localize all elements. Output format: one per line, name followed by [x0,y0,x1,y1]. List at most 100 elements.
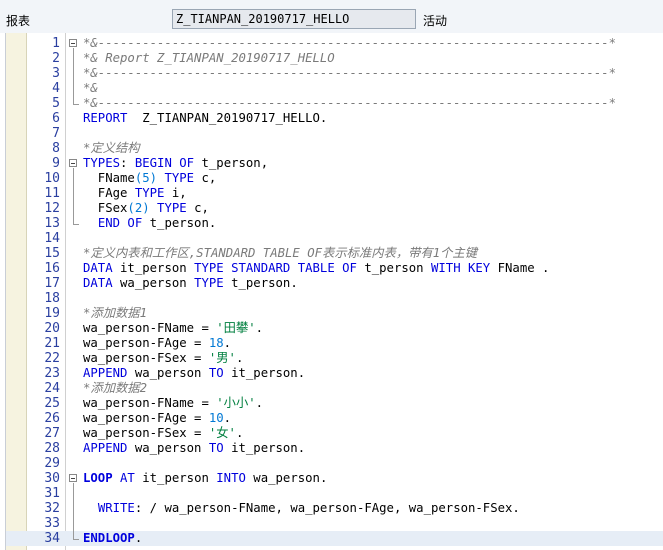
code-text: LOOP AT it_person INTO wa_person. [83,471,327,486]
code-line[interactable]: 34 ENDLOOP. [6,531,663,546]
keyword-token: TYPE [134,186,165,200]
line-number: 22 [44,351,60,366]
comment-token: *& Report Z_TIANPAN_20190717_HELLO [83,51,335,65]
code-text: APPEND wa_person TO it_person. [83,366,305,381]
string-token: '田攀' [216,321,256,335]
code-token: c, [186,201,209,215]
code-line[interactable]: 24 *添加数据2 [6,381,663,396]
code-line[interactable]: 23 APPEND wa_person TO it_person. [6,366,663,381]
line-number: 21 [44,336,60,351]
fold-guide-end [73,104,79,105]
comment-token: *&--------------------------------------… [83,66,617,80]
code-text: TYPES: BEGIN OF t_person, [83,156,268,171]
code-token: FSex [83,201,128,215]
line-number: 26 [44,411,60,426]
code-line[interactable]: 27 wa_person-FSex = '女'. [6,426,663,441]
line-number: 3 [52,66,60,81]
code-token: t_person, [194,156,269,170]
line-number: 17 [44,276,60,291]
code-text: wa_person-FName = '田攀'. [83,321,263,336]
comment-token: *&--------------------------------------… [83,96,617,110]
code-text: DATA wa_person TYPE t_person. [83,276,298,291]
code-line[interactable]: 12 FSex(2) TYPE c, [6,201,663,216]
code-line[interactable]: 30 LOOP AT it_person INTO wa_person. [6,471,663,486]
code-text: *添加数据2 [83,381,147,396]
fold-guide [73,483,74,539]
number-token: 18 [208,336,224,350]
line-number: 11 [44,186,60,201]
code-text: REPORT Z_TIANPAN_20190717_HELLO. [83,111,327,126]
fold-toggle-icon[interactable] [69,39,77,47]
code-line[interactable]: 9 TYPES: BEGIN OF t_person, [6,156,663,171]
code-line[interactable]: 32 WRITE: / wa_person-FName, wa_person-F… [6,501,663,516]
code-line[interactable]: 14 [6,231,663,246]
line-number: 18 [44,291,60,306]
code-token: it_person. [223,441,306,455]
line-number: 8 [52,141,60,156]
code-line[interactable]: 6 REPORT Z_TIANPAN_20190717_HELLO. [6,111,663,126]
code-line[interactable]: 21 wa_person-FAge = 18. [6,336,663,351]
line-number: 9 [52,156,60,171]
code-line[interactable]: 29 [6,456,663,471]
code-line[interactable]: 28 APPEND wa_person TO it_person. [6,441,663,456]
string-token: '女' [208,426,236,440]
keyword-token: REPORT [83,111,128,125]
code-line[interactable]: 17 DATA wa_person TYPE t_person. [6,276,663,291]
comment-token: *&--------------------------------------… [83,36,617,50]
code-line[interactable]: 31 [6,486,663,501]
code-line[interactable]: 3 *&-------------------------------------… [6,66,663,81]
code-text: FName(5) TYPE c, [83,171,217,186]
comment-token: *定义内表和工作区,STANDARD TABLE OF表示标准内表，带有1个主键 [83,246,478,260]
code-line[interactable]: 25 wa_person-FName = '小小'. [6,396,663,411]
fold-guide-end [73,539,79,540]
line-number: 13 [44,216,60,231]
code-line[interactable]: 8 *定义结构 [6,141,663,156]
code-line[interactable]: 22 wa_person-FSex = '男'. [6,351,663,366]
code-line[interactable]: 16 DATA it_person TYPE STANDARD TABLE OF … [6,261,663,276]
code-line[interactable]: 15 *定义内表和工作区,STANDARD TABLE OF表示标准内表，带有1个… [6,246,663,261]
abap-code-editor[interactable]: 1 *&-------------------------------------… [5,33,663,550]
line-number: 31 [44,486,60,501]
code-line[interactable]: 1 *&-------------------------------------… [6,36,663,51]
code-line[interactable]: 26 wa_person-FAge = 10. [6,411,663,426]
code-line[interactable]: 19 *添加数据1 [6,306,663,321]
code-token: : [120,156,135,170]
report-name-field[interactable]: Z_TIANPAN_20190717_HELLO [172,9,416,29]
keyword-token: AT [120,471,135,485]
code-line[interactable]: 10 FName(5) TYPE c, [6,171,663,186]
code-text: wa_person-FAge = 10. [83,411,231,426]
report-label: 报表 [6,14,31,28]
comment-token: *定义结构 [83,141,140,155]
code-line[interactable]: 13 END OF t_person. [6,216,663,231]
keyword-token: TYPE [157,201,187,215]
fold-toggle-icon[interactable] [69,159,77,167]
fold-guide [73,168,74,224]
keyword-token: TYPE [164,171,195,185]
fold-toggle-icon[interactable] [69,474,77,482]
keyword-token: ENDLOOP [83,531,135,545]
code-line[interactable]: 7 [6,126,663,141]
code-text: *定义结构 [83,141,140,156]
code-line[interactable]: 5 *&-------------------------------------… [6,96,663,111]
string-token: '小小' [216,396,256,410]
keyword-token: APPEND [83,366,128,380]
code-token: i, [164,186,187,200]
line-number: 25 [44,396,60,411]
keyword-token: APPEND [83,441,128,455]
code-text: END OF t_person. [83,216,216,231]
code-line[interactable]: 4 *& [6,81,663,96]
code-line[interactable]: 2 *& Report Z_TIANPAN_20190717_HELLO [6,51,663,66]
code-token: t_person. [142,216,217,230]
code-token: wa_person-FName = [83,396,217,410]
code-line[interactable]: 33 [6,516,663,531]
code-text: FAge TYPE i, [83,186,187,201]
report-header: 报表 Z_TIANPAN_20190717_HELLO 活动 [0,0,663,33]
code-line[interactable]: 18 [6,291,663,306]
code-token: wa_person-FSex = [83,351,209,365]
code-line[interactable]: 20 wa_person-FName = '田攀'. [6,321,663,336]
code-line[interactable]: 11 FAge TYPE i, [6,186,663,201]
line-number: 5 [52,96,60,111]
code-text: wa_person-FSex = '女'. [83,426,243,441]
code-token: it_person [112,261,195,275]
